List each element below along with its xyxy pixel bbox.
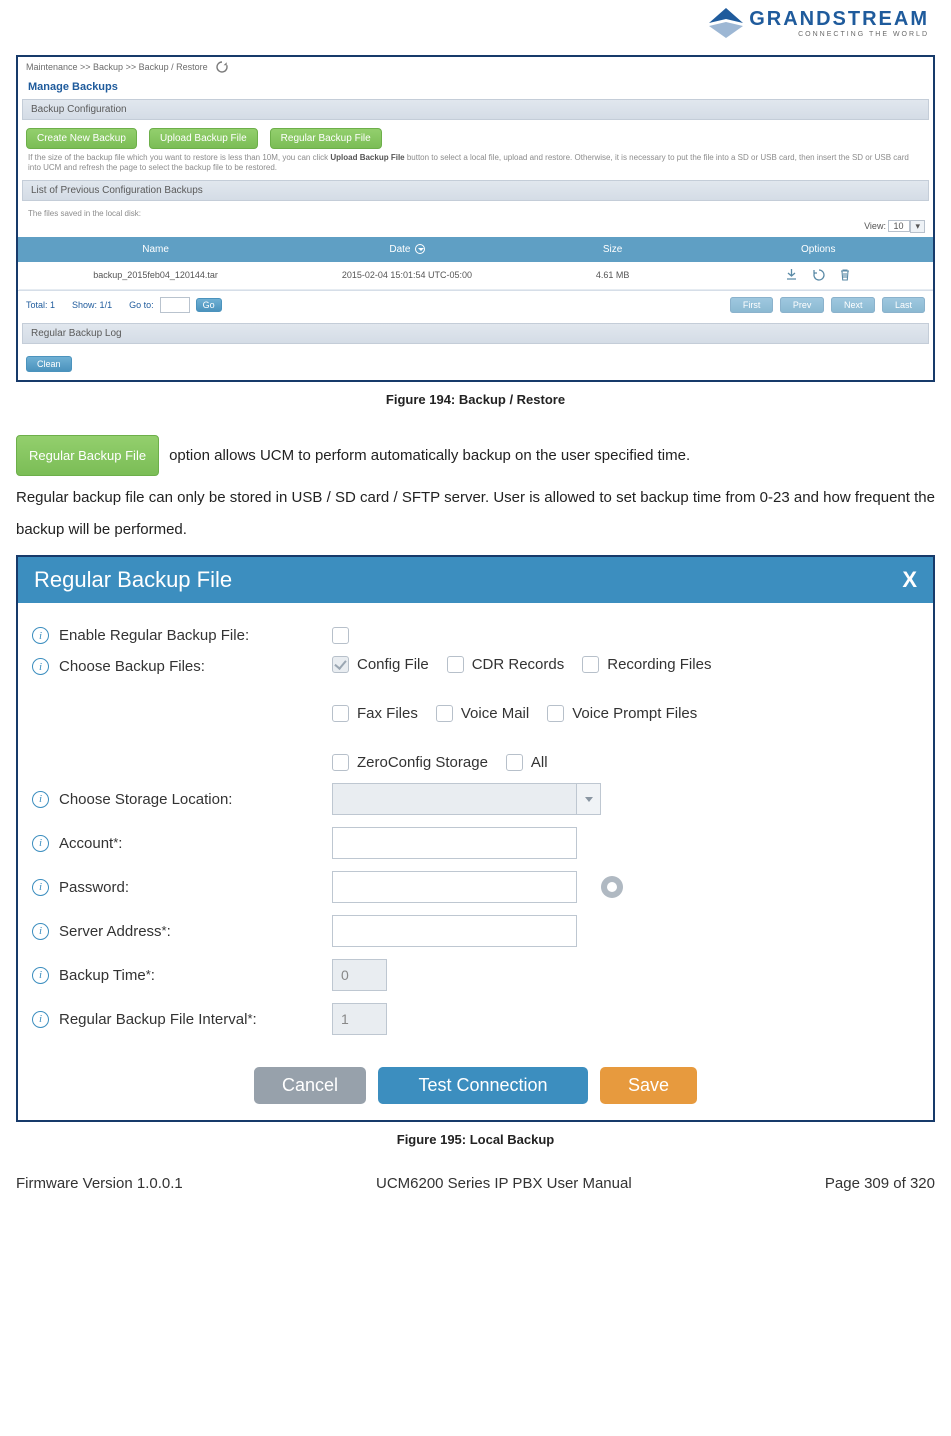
backup-time-label: Backup Time*: [59,967,155,984]
view-row: View: 10▾ [18,220,933,235]
goto-input[interactable] [160,297,190,313]
restore-icon[interactable] [812,268,825,283]
th-options[interactable]: Options [704,237,933,261]
clean-button[interactable]: Clean [26,356,72,372]
regular-backup-log-bar: Regular Backup Log [22,323,929,344]
config-file-checkbox [332,656,349,673]
test-connection-button[interactable]: Test Connection [378,1067,588,1104]
sort-icon[interactable] [415,244,425,254]
voicemail-checkbox[interactable] [436,705,453,722]
list-previous-bar: List of Previous Configuration Backups [22,180,929,201]
choose-files-label: Choose Backup Files: [59,658,205,675]
info-icon[interactable]: i [32,835,49,852]
recording-checkbox[interactable] [582,656,599,673]
interval-label: Regular Backup File Interval*: [59,1011,257,1028]
brand-logo: GRANDSTREAM CONNECTING THE WORLD [16,8,935,49]
description-paragraph: Regular Backup File option allows UCM to… [16,435,935,545]
refresh-icon[interactable] [216,61,228,73]
view-select-arrow[interactable]: ▾ [910,220,925,233]
figure-194-screenshot: Maintenance >> Backup >> Backup / Restor… [16,55,935,382]
footer-page: Page 309 of 320 [825,1175,935,1192]
cell-date: 2015-02-04 15:01:54 UTC-05:00 [293,261,522,289]
password-label: Password: [59,879,129,896]
info-icon[interactable]: i [32,627,49,644]
storage-select-arrow[interactable] [577,783,601,815]
upload-backup-file-button[interactable]: Upload Backup File [149,128,258,149]
storage-label: Choose Storage Location: [59,791,232,808]
server-label: Server Address*: [59,923,171,940]
footer-firmware: Firmware Version 1.0.0.1 [16,1175,183,1192]
info-icon[interactable]: i [32,923,49,940]
go-button[interactable]: Go [196,298,222,312]
cancel-button[interactable]: Cancel [254,1067,366,1104]
cell-name: backup_2015feb04_120144.tar [19,261,293,289]
th-name[interactable]: Name [19,237,293,261]
regular-backup-file-inline-button: Regular Backup File [16,435,159,476]
list-subhelp: The files saved in the local disk: [18,207,933,220]
interval-input[interactable] [332,1003,387,1035]
info-icon[interactable]: i [32,879,49,896]
create-new-backup-button[interactable]: Create New Backup [26,128,137,149]
delete-icon[interactable] [839,268,851,283]
first-button[interactable]: First [730,297,774,313]
regular-backup-file-button[interactable]: Regular Backup File [270,128,382,149]
modal-title: Regular Backup File [34,567,232,593]
total-label: Total: 1 [26,300,55,310]
page-footer: Firmware Version 1.0.0.1 UCM6200 Series … [16,1175,935,1192]
th-date[interactable]: Date [293,237,522,261]
goto-label: Go to: [129,300,154,310]
view-select[interactable]: 10 [888,220,910,232]
password-input[interactable] [332,871,577,903]
save-button[interactable]: Save [600,1067,697,1104]
brand-tagline: CONNECTING THE WORLD [749,31,929,38]
footer-manual: UCM6200 Series IP PBX User Manual [376,1175,632,1192]
info-icon[interactable]: i [32,791,49,808]
enable-label: Enable Regular Backup File: [59,627,249,644]
cell-size: 4.61 MB [521,261,704,289]
logo-mark-icon [709,8,743,38]
next-button[interactable]: Next [831,297,876,313]
table-row: backup_2015feb04_120144.tar 2015-02-04 1… [19,261,933,289]
all-checkbox[interactable] [506,754,523,771]
download-icon[interactable] [785,268,798,283]
breadcrumb: Maintenance >> Backup >> Backup / Restor… [26,62,208,72]
backup-time-input[interactable] [332,959,387,991]
zeroconfig-checkbox[interactable] [332,754,349,771]
fax-checkbox[interactable] [332,705,349,722]
figure-195-caption: Figure 195: Local Backup [16,1132,935,1147]
enable-checkbox[interactable] [332,627,349,644]
last-button[interactable]: Last [882,297,925,313]
cdr-checkbox[interactable] [447,656,464,673]
info-icon[interactable]: i [32,967,49,984]
th-size[interactable]: Size [521,237,704,261]
backup-table: Name Date Size Options backup_2015feb04_… [18,237,933,290]
storage-select[interactable] [332,783,577,815]
voice-prompt-checkbox[interactable] [547,705,564,722]
account-label: Account*: [59,835,122,852]
backup-config-bar: Backup Configuration [22,99,929,120]
show-label: Show: 1/1 [72,300,112,310]
show-password-icon[interactable] [601,876,623,898]
backup-help-text: If the size of the backup file which you… [18,151,933,176]
prev-button[interactable]: Prev [780,297,825,313]
server-input[interactable] [332,915,577,947]
brand-name: GRANDSTREAM [749,8,929,31]
info-icon[interactable]: i [32,658,49,675]
info-icon[interactable]: i [32,1011,49,1028]
account-input[interactable] [332,827,577,859]
figure-194-caption: Figure 194: Backup / Restore [16,392,935,407]
close-icon[interactable]: X [902,567,917,593]
manage-backups-title: Manage Backups [18,77,933,95]
figure-195-screenshot: Regular Backup File X i Enable Regular B… [16,555,935,1122]
